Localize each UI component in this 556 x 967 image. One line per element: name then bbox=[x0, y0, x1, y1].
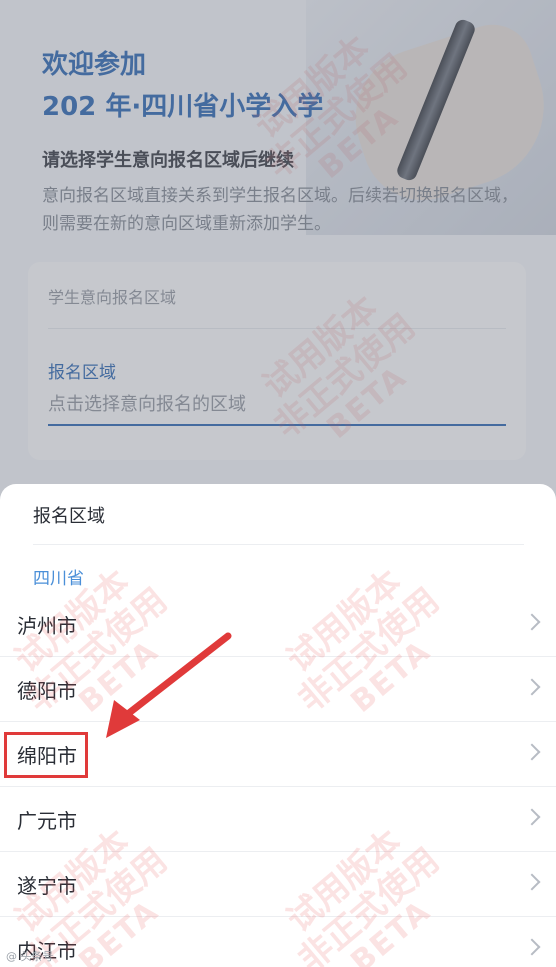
city-name: 广元市 bbox=[17, 809, 77, 833]
city-item-deyang[interactable]: 德阳市 bbox=[0, 657, 556, 722]
chevron-right-icon bbox=[523, 808, 541, 826]
city-item-luzhou[interactable]: 泸州市 bbox=[0, 592, 556, 657]
city-item-neijiang[interactable]: 内江市 bbox=[0, 917, 556, 967]
city-list: 泸州市 德阳市 绵阳市 广元市 遂宁市 内江市 bbox=[0, 592, 556, 967]
divider bbox=[33, 544, 524, 545]
city-name: 泸州市 bbox=[17, 614, 77, 638]
chevron-right-icon bbox=[523, 873, 541, 891]
region-picker-sheet: 报名区域 四川省 泸州市 德阳市 绵阳市 广元市 遂宁市 内江市 试用版本 非正… bbox=[0, 484, 556, 967]
chevron-right-icon bbox=[523, 613, 541, 631]
chevron-right-icon bbox=[523, 678, 541, 696]
city-item-suining[interactable]: 遂宁市 bbox=[0, 852, 556, 917]
chevron-right-icon bbox=[523, 938, 541, 956]
city-name: 绵阳市 bbox=[17, 744, 77, 768]
province-label: 四川省 bbox=[33, 569, 84, 589]
city-item-mianyang[interactable]: 绵阳市 bbox=[0, 722, 556, 787]
city-name: 遂宁市 bbox=[17, 874, 77, 898]
source-watermark: @ 头条号 bbox=[6, 950, 54, 963]
city-item-guangyuan[interactable]: 广元市 bbox=[0, 787, 556, 852]
sheet-title: 报名区域 bbox=[33, 506, 105, 527]
chevron-right-icon bbox=[523, 743, 541, 761]
city-name: 德阳市 bbox=[17, 679, 77, 703]
